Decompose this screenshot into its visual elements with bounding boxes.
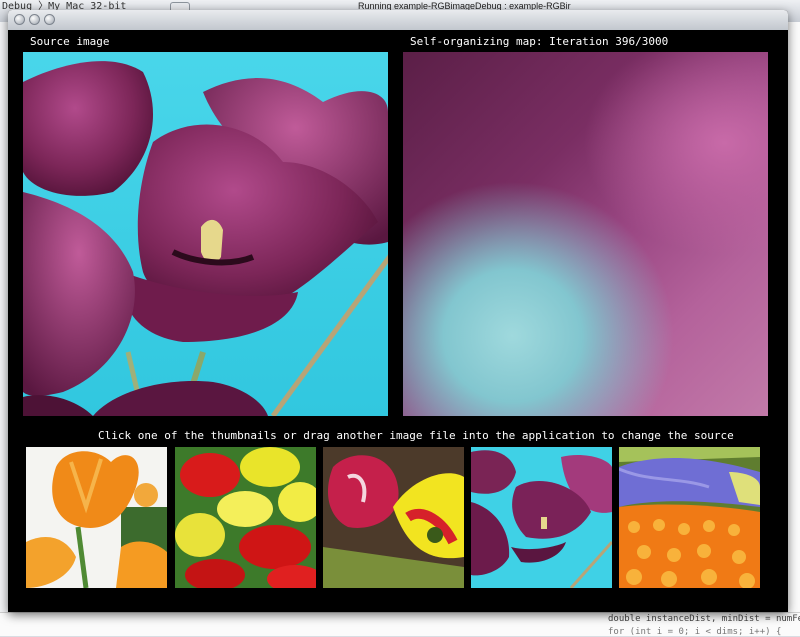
thumbnail-orange-tulips[interactable]: [26, 447, 167, 588]
som-output-image: [403, 52, 768, 416]
thumbnail-purple-tulips[interactable]: [471, 447, 612, 588]
source-image-label: Source image: [30, 35, 110, 48]
background-code-line: double instanceDist, minDist = numFe: [608, 614, 800, 624]
thumbnail-red-yellow-tulips-art: [175, 447, 316, 588]
thumbnail-red-yellow-tulips[interactable]: [175, 447, 316, 588]
app-content: Source image Self-organizing map: Iterat…: [8, 30, 788, 612]
window-titlebar[interactable]: [8, 10, 788, 30]
thumbnail-pink-yellow-tulips-art: [323, 447, 464, 588]
background-bottom-editor: double instanceDist, minDist = numFe for…: [0, 612, 800, 637]
thumbnail-orange-tulips-art: [26, 447, 167, 588]
instruction-text: Click one of the thumbnails or drag anot…: [98, 429, 734, 442]
thumbnail-tulip-field[interactable]: [619, 447, 760, 588]
close-button[interactable]: [14, 14, 25, 25]
thumbnail-pink-yellow-tulips[interactable]: [323, 447, 464, 588]
app-window: Source image Self-organizing map: Iterat…: [8, 10, 788, 612]
source-image-art: [23, 52, 388, 416]
thumbnail-purple-tulips-art: [471, 447, 612, 588]
som-label: Self-organizing map: Iteration 396/3000: [410, 35, 669, 48]
source-image: [23, 52, 388, 416]
thumbnail-tulip-field-art: [619, 447, 760, 588]
minimize-button[interactable]: [29, 14, 40, 25]
background-code-line-2: for (int i = 0; i < dims; i++) {: [608, 627, 782, 637]
zoom-button[interactable]: [44, 14, 55, 25]
